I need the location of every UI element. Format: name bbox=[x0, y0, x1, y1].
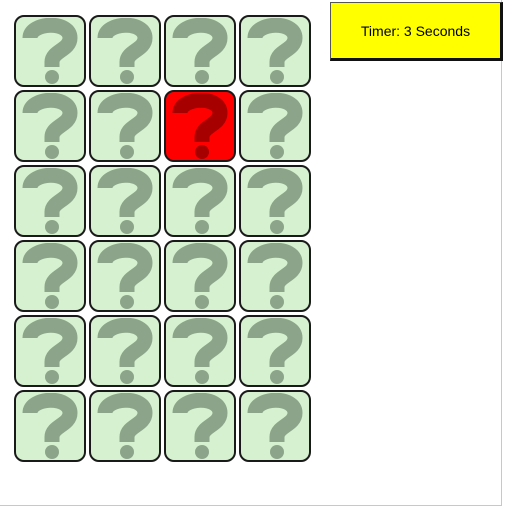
question-mark-icon bbox=[22, 168, 78, 234]
question-mark-icon bbox=[247, 393, 303, 459]
card-grid bbox=[14, 15, 311, 462]
question-mark-icon bbox=[172, 243, 228, 309]
question-mark-icon bbox=[97, 318, 153, 384]
memory-card[interactable] bbox=[89, 15, 161, 87]
memory-card[interactable] bbox=[239, 15, 311, 87]
memory-card[interactable] bbox=[164, 240, 236, 312]
game-area: Timer: 3 Seconds bbox=[0, 0, 503, 506]
question-mark-icon bbox=[97, 393, 153, 459]
memory-card[interactable] bbox=[89, 240, 161, 312]
question-mark-icon bbox=[22, 243, 78, 309]
question-mark-icon bbox=[172, 18, 228, 84]
question-mark-icon bbox=[172, 168, 228, 234]
question-mark-icon bbox=[247, 168, 303, 234]
question-mark-icon bbox=[247, 93, 303, 159]
question-mark-icon bbox=[97, 93, 153, 159]
question-mark-icon bbox=[22, 93, 78, 159]
question-mark-icon bbox=[97, 18, 153, 84]
timer-label: Timer: 3 Seconds bbox=[360, 22, 471, 39]
question-mark-icon bbox=[247, 243, 303, 309]
timer-box: Timer: 3 Seconds bbox=[330, 2, 503, 61]
memory-card[interactable] bbox=[239, 315, 311, 387]
question-mark-icon bbox=[97, 243, 153, 309]
question-mark-icon bbox=[22, 18, 78, 84]
question-mark-icon bbox=[247, 18, 303, 84]
memory-card[interactable] bbox=[164, 315, 236, 387]
memory-card[interactable] bbox=[14, 165, 86, 237]
memory-card[interactable] bbox=[239, 390, 311, 462]
memory-card[interactable] bbox=[14, 15, 86, 87]
memory-card[interactable] bbox=[89, 90, 161, 162]
question-mark-icon bbox=[97, 168, 153, 234]
question-mark-icon bbox=[172, 318, 228, 384]
question-mark-icon bbox=[247, 318, 303, 384]
memory-card[interactable] bbox=[14, 315, 86, 387]
memory-card[interactable] bbox=[164, 15, 236, 87]
question-mark-icon bbox=[172, 393, 228, 459]
memory-card-selected[interactable] bbox=[164, 90, 236, 162]
memory-card[interactable] bbox=[239, 165, 311, 237]
question-mark-icon bbox=[22, 318, 78, 384]
memory-card[interactable] bbox=[164, 390, 236, 462]
memory-card[interactable] bbox=[14, 390, 86, 462]
memory-card[interactable] bbox=[89, 165, 161, 237]
question-mark-icon bbox=[172, 93, 228, 159]
memory-card[interactable] bbox=[89, 315, 161, 387]
memory-card[interactable] bbox=[14, 240, 86, 312]
memory-card[interactable] bbox=[14, 90, 86, 162]
memory-card[interactable] bbox=[239, 240, 311, 312]
memory-card[interactable] bbox=[89, 390, 161, 462]
memory-card[interactable] bbox=[239, 90, 311, 162]
memory-card[interactable] bbox=[164, 165, 236, 237]
question-mark-icon bbox=[22, 393, 78, 459]
